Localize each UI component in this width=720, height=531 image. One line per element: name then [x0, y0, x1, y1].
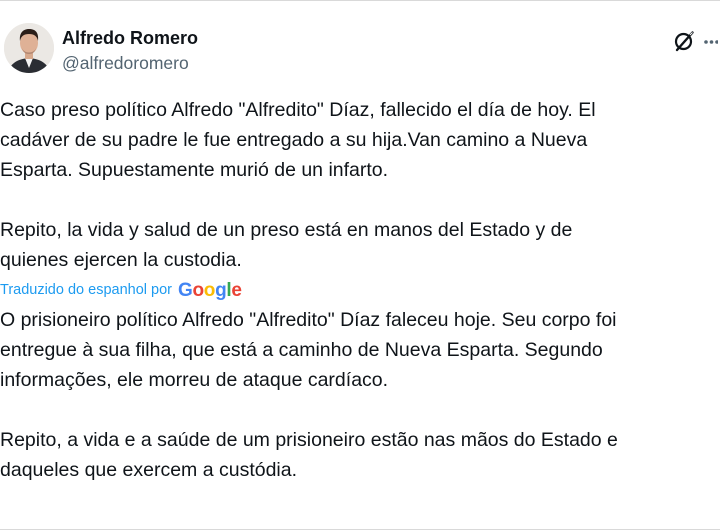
original-text-line: quienes ejercen la custodia. [0, 249, 242, 271]
original-text-line: Esparta. Supuestamente murió de un infar… [0, 159, 389, 181]
original-text-line: Caso preso político Alfredo "Alfredito" … [0, 99, 596, 121]
google-logo: Google [178, 280, 242, 301]
original-text-line: cadáver de su padre le fue entregado a s… [0, 129, 588, 151]
svg-text:Google: Google [178, 280, 242, 301]
author-handle[interactable]: @alfredoromero [62, 52, 198, 74]
post-body: Caso preso político Alfredo "Alfredito" … [0, 95, 714, 485]
author-block: Alfredo Romero @alfredoromero [62, 27, 198, 74]
post-header: Alfredo Romero @alfredoromero [4, 21, 718, 81]
translated-by-label: Traduzido do espanhol por [0, 282, 172, 299]
post-frame: Alfredo Romero @alfredoromero Caso preso… [0, 0, 720, 530]
avatar[interactable] [4, 23, 54, 73]
avatar-image [4, 23, 54, 73]
post[interactable]: Alfredo Romero @alfredoromero Caso preso… [0, 1, 720, 531]
translation-text-line: daqueles que exercem a custódia. [0, 459, 298, 481]
more-options-icon[interactable] [704, 39, 718, 45]
author-display-name[interactable]: Alfredo Romero [62, 27, 198, 49]
translation-text-line: O prisioneiro político Alfredo "Alfredit… [0, 309, 617, 331]
grok-icon[interactable] [672, 29, 696, 53]
translation-text-line: Repito, a vida e a saúde de um prisionei… [0, 429, 618, 451]
original-text-line: Repito, la vida y salud de un preso está… [0, 219, 573, 241]
translation-text-line: entregue à sua filha, que está a caminho… [0, 339, 603, 361]
translated-by-notice[interactable]: Traduzido do espanhol por Google [0, 275, 714, 305]
translation-text-line: informações, ele morreu de ataque cardía… [0, 369, 389, 391]
